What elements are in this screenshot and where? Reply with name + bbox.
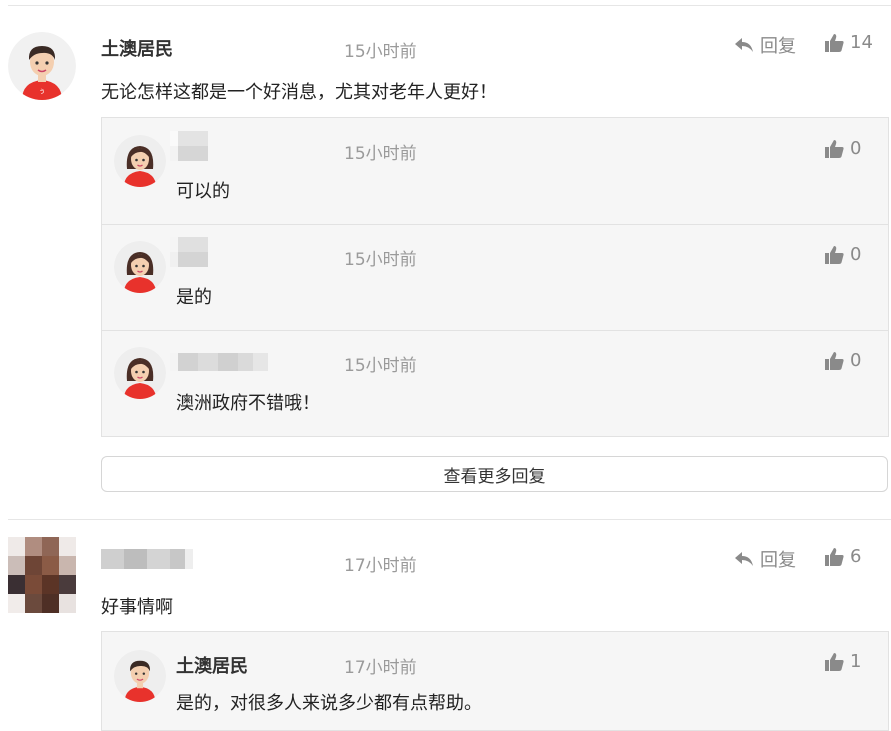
- reply-label: 回复: [760, 550, 796, 571]
- reply-divider: [102, 224, 888, 225]
- blurred-username: [101, 549, 193, 569]
- avatar-female-icon: [114, 241, 166, 293]
- blurred-username: [170, 353, 268, 371]
- reply-time: 15小时前: [344, 144, 417, 164]
- comment-divider: [8, 519, 891, 520]
- reply-text: 是的，对很多人来说多少都有点帮助。: [176, 693, 482, 714]
- like-count: 0: [850, 138, 862, 159]
- reply-author[interactable]: 土澳居民: [176, 652, 248, 678]
- reply-time: 15小时前: [344, 356, 417, 376]
- reply-arrow-icon: [735, 38, 753, 52]
- like-button[interactable]: 1: [824, 651, 861, 672]
- reply-arrow-icon: [735, 552, 753, 566]
- avatar-male-icon: ぅ: [8, 32, 76, 100]
- like-button[interactable]: 0: [824, 138, 861, 159]
- blurred-username: [170, 237, 208, 267]
- avatar-blurred[interactable]: [8, 537, 76, 613]
- reply-label: 回复: [760, 36, 796, 57]
- comment-time: 17小时前: [344, 556, 417, 576]
- comment-time: 15小时前: [344, 42, 417, 62]
- like-button[interactable]: 0: [824, 350, 861, 371]
- avatar-female[interactable]: [114, 241, 166, 293]
- avatar-male[interactable]: ぅ: [8, 32, 76, 100]
- thumbs-up-icon: [825, 547, 844, 566]
- thumbs-up-icon: [825, 351, 844, 370]
- avatar-female[interactable]: [114, 347, 166, 399]
- reply-list: [101, 631, 889, 731]
- comment-text: 好事情啊: [101, 597, 173, 618]
- like-count: 0: [850, 244, 862, 265]
- like-button[interactable]: 6: [824, 546, 861, 567]
- like-button[interactable]: 14: [824, 32, 873, 53]
- like-count: 0: [850, 350, 862, 371]
- reply-time: 15小时前: [344, 250, 417, 270]
- reply-button[interactable]: 回复: [734, 546, 796, 572]
- comment-text: 无论怎样这都是一个好消息，尤其对老年人更好！: [101, 82, 497, 103]
- reply-text: 澳洲政府不错哦！: [176, 393, 320, 414]
- reply-button[interactable]: 回复: [734, 32, 796, 58]
- thumbs-up-icon: [825, 245, 844, 264]
- thumbs-up-icon: [825, 33, 844, 52]
- avatar-male-icon: [114, 650, 166, 702]
- thumbs-up-icon: [825, 139, 844, 158]
- avatar-female-icon: [114, 347, 166, 399]
- reply-time: 17小时前: [344, 658, 417, 678]
- avatar-female-icon: [114, 135, 166, 187]
- like-count: 6: [850, 546, 862, 567]
- avatar-female[interactable]: [114, 135, 166, 187]
- comment-author[interactable]: 土澳居民: [101, 35, 173, 61]
- thumbs-up-icon: [825, 652, 844, 671]
- blurred-username: [170, 131, 208, 161]
- top-divider: [8, 5, 891, 6]
- reply-text: 是的: [176, 287, 212, 308]
- like-button[interactable]: 0: [824, 244, 861, 265]
- like-count: 14: [850, 32, 873, 53]
- like-count: 1: [850, 651, 862, 672]
- svg-text:ぅ: ぅ: [39, 87, 46, 95]
- reply-divider: [102, 330, 888, 331]
- avatar-male[interactable]: [114, 650, 166, 702]
- view-more-replies-button[interactable]: 查看更多回复: [101, 456, 888, 492]
- reply-text: 可以的: [176, 181, 230, 202]
